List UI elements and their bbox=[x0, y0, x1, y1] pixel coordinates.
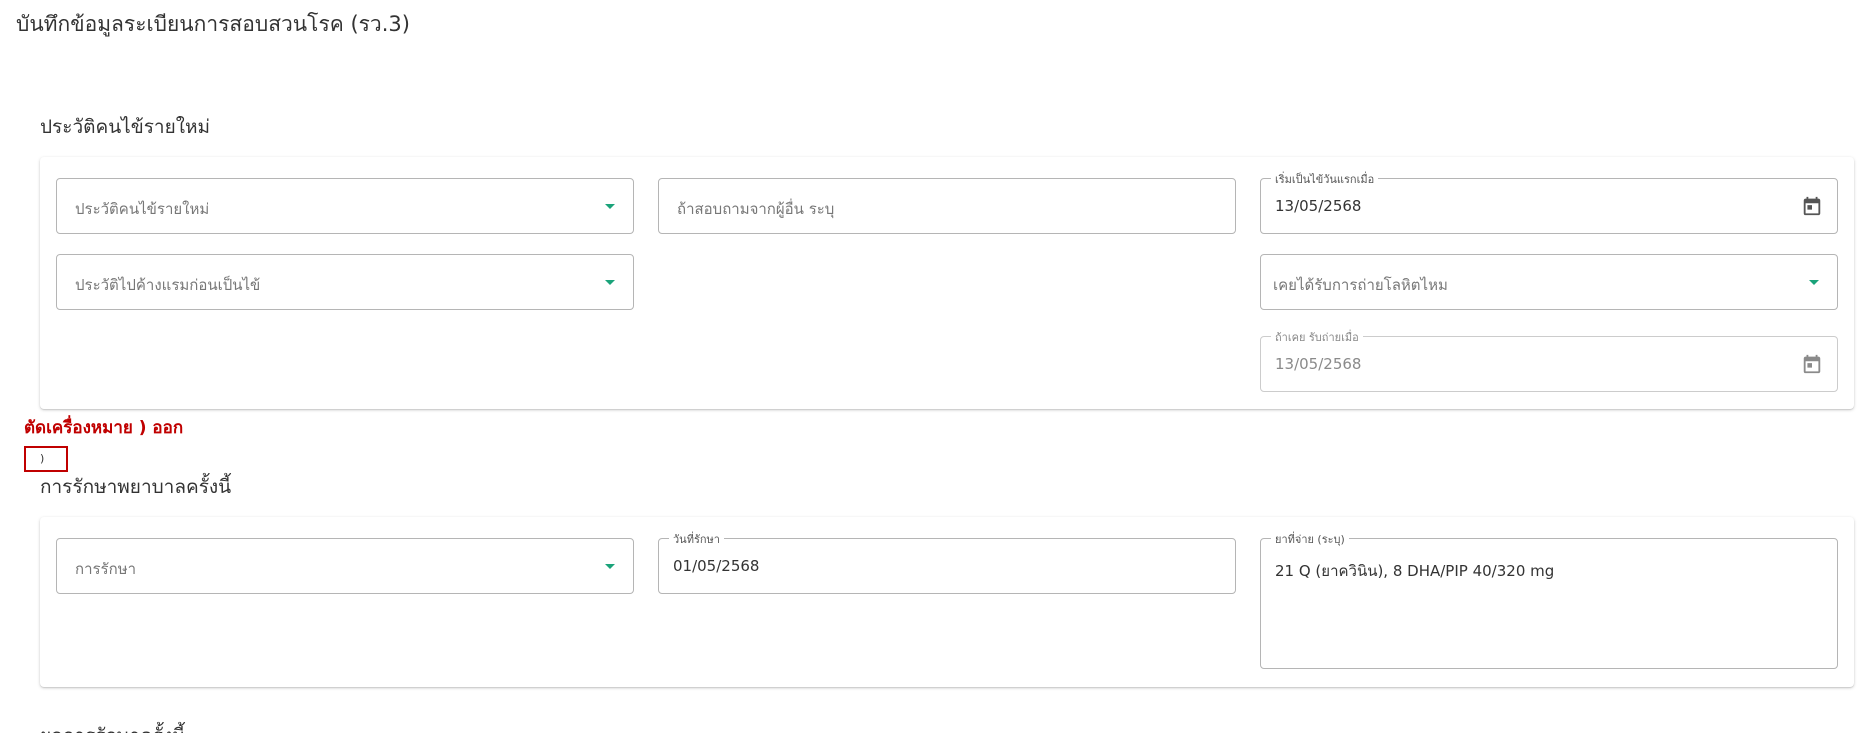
patient-history-card: ประวัติคนไข้รายใหม่ ถ้าสอบถามจากผู้อื่น … bbox=[40, 157, 1854, 409]
patient-history-select[interactable]: ประวัติคนไข้รายใหม่ bbox=[56, 178, 634, 234]
section-title-treatment-result: ผลการรักษาครั้งนี้ bbox=[40, 721, 185, 733]
dropdown-arrow-icon[interactable] bbox=[605, 564, 615, 569]
annotation-box-text: ) bbox=[40, 452, 45, 465]
first-sick-date-field[interactable]: เริ่มเป็นไข้วันแรกเมื่อ 13/05/2568 bbox=[1260, 170, 1838, 234]
treatment-date-value: 01/05/2568 bbox=[673, 557, 760, 575]
medicine-textarea[interactable]: ยาที่จ่าย (ระบุ) 21 Q (ยาควินิน), 8 DHA/… bbox=[1260, 530, 1838, 669]
dropdown-arrow-icon[interactable] bbox=[605, 280, 615, 285]
ask-others-input[interactable]: ถ้าสอบถามจากผู้อื่น ระบุ bbox=[658, 178, 1236, 234]
overnight-history-select[interactable]: ประวัติไปค้างแรมก่อนเป็นไข้ bbox=[56, 254, 634, 310]
calendar-icon[interactable] bbox=[1801, 353, 1823, 375]
patient-history-placeholder: ประวัติคนไข้รายใหม่ bbox=[75, 200, 210, 218]
blood-transfusion-placeholder: เคยได้รับการถ่ายโลหิตไหม bbox=[1273, 276, 1448, 294]
dropdown-arrow-icon[interactable] bbox=[605, 204, 615, 209]
section-title-treatment: การรักษาพยาบาลครั้งนี้ bbox=[40, 476, 232, 498]
overnight-history-placeholder: ประวัติไปค้างแรมก่อนเป็นไข้ bbox=[75, 276, 261, 294]
ask-others-placeholder: ถ้าสอบถามจากผู้อื่น ระบุ bbox=[677, 200, 835, 218]
treatment-date-label: วันที่รักษา bbox=[669, 530, 724, 548]
annotation-text: ตัดเครื่องหมาย ) ออก bbox=[24, 418, 184, 438]
treatment-placeholder: การรักษา bbox=[75, 560, 137, 578]
calendar-icon[interactable] bbox=[1801, 195, 1823, 217]
page: บันทึกข้อมูลระเบียนการสอบสวนโรค (รว.3) ป… bbox=[0, 0, 1871, 733]
first-sick-date-value: 13/05/2568 bbox=[1275, 197, 1362, 215]
annotation-highlight-box: ) bbox=[24, 446, 68, 472]
page-title: บันทึกข้อมูลระเบียนการสอบสวนโรค (รว.3) bbox=[16, 12, 410, 36]
transfusion-date-value: 13/05/2568 bbox=[1275, 355, 1362, 373]
treatment-date-field[interactable]: วันที่รักษา 01/05/2568 bbox=[658, 530, 1236, 594]
transfusion-date-label: ถ้าเคย รับถ่ายเมื่อ bbox=[1271, 328, 1363, 346]
blood-transfusion-select[interactable]: เคยได้รับการถ่ายโลหิตไหม bbox=[1260, 254, 1838, 310]
treatment-card: การรักษา วันที่รักษา 01/05/2568 ยาที่จ่า… bbox=[40, 517, 1854, 687]
first-sick-date-label: เริ่มเป็นไข้วันแรกเมื่อ bbox=[1271, 170, 1379, 188]
treatment-select[interactable]: การรักษา bbox=[56, 538, 634, 594]
section-title-patient-history: ประวัติคนไข้รายใหม่ bbox=[40, 116, 211, 138]
dropdown-arrow-icon[interactable] bbox=[1809, 280, 1819, 285]
medicine-value: 21 Q (ยาควินิน), 8 DHA/PIP 40/320 mg bbox=[1275, 562, 1555, 580]
transfusion-date-field[interactable]: ถ้าเคย รับถ่ายเมื่อ 13/05/2568 bbox=[1260, 328, 1838, 392]
medicine-label: ยาที่จ่าย (ระบุ) bbox=[1271, 530, 1349, 548]
